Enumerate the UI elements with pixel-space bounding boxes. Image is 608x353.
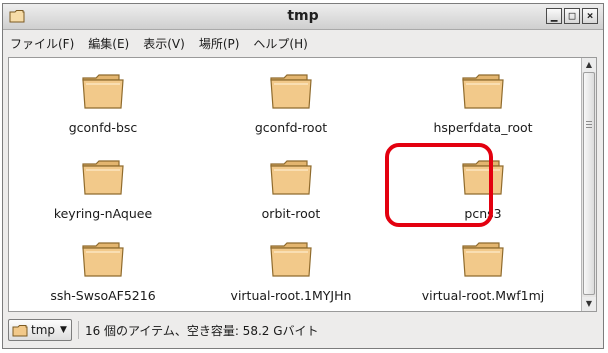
- scroll-down-arrow-icon[interactable]: ▼: [582, 297, 596, 311]
- folder-label: hsperfdata_root: [433, 120, 533, 135]
- menu-edit[interactable]: 編集(E): [88, 35, 129, 52]
- folder-icon: [270, 160, 312, 195]
- status-bar: tmp ▼ 16 個のアイテム、空き容量: 58.2 Gバイト: [8, 317, 597, 343]
- menu-bar: ファイル(F) 編集(E) 表示(V) 場所(P) ヘルプ(H): [3, 31, 603, 55]
- folder-label: gconfd-root: [254, 120, 328, 135]
- folder-icon: [270, 242, 312, 277]
- scroll-up-arrow-icon[interactable]: ▲: [582, 58, 596, 72]
- status-text: 16 個のアイテム、空き容量: 58.2 Gバイト: [84, 323, 319, 338]
- menu-file[interactable]: ファイル(F): [10, 35, 74, 52]
- close-icon[interactable]: ×: [582, 8, 598, 24]
- folder-icon: [82, 74, 124, 109]
- maximize-icon[interactable]: □: [564, 8, 580, 24]
- folder-item[interactable]: virtual-root.Mwf1mj: [385, 226, 581, 308]
- dropdown-arrow-icon: ▼: [60, 325, 67, 335]
- grip-line: [586, 127, 592, 128]
- title-bar[interactable]: tmp ▁ □ ×: [3, 4, 603, 30]
- location-button[interactable]: tmp ▼: [8, 319, 72, 341]
- folder-label: virtual-root.Mwf1mj: [421, 288, 545, 303]
- grip-line: [586, 121, 592, 122]
- folder-label: keyring-nAquee: [53, 206, 153, 221]
- menu-places[interactable]: 場所(P): [199, 35, 240, 52]
- file-manager-window: tmp ▁ □ × ファイル(F) 編集(E) 表示(V) 場所(P) ヘルプ(…: [2, 3, 604, 349]
- window-title: tmp: [287, 8, 319, 24]
- grip-line: [586, 124, 592, 125]
- folder-item[interactable]: ssh-SwsoAF5216: [9, 226, 197, 308]
- menu-view[interactable]: 表示(V): [143, 35, 185, 52]
- folder-label: ssh-SwsoAF5216: [50, 288, 156, 303]
- folder-icon: [82, 242, 124, 277]
- folder-icon: [462, 160, 504, 195]
- menu-help[interactable]: ヘルプ(H): [253, 35, 307, 52]
- folder-icon: [82, 160, 124, 195]
- folder-icon: [12, 324, 28, 336]
- folder-icon: [462, 242, 504, 277]
- folder-item-highlighted[interactable]: pcns3: [385, 144, 581, 226]
- minimize-icon[interactable]: ▁: [546, 8, 562, 24]
- status-separator: [77, 321, 79, 339]
- vertical-scrollbar[interactable]: ▲ ▼: [581, 58, 596, 311]
- folder-item[interactable]: gconfd-root: [197, 58, 385, 144]
- folder-item[interactable]: hsperfdata_root: [385, 58, 581, 144]
- folder-label: pcns3: [464, 206, 502, 221]
- folder-label: gconfd-bsc: [68, 120, 138, 135]
- folder-item[interactable]: orbit-root: [197, 144, 385, 226]
- folder-label: virtual-root.1MYJHn: [230, 288, 352, 303]
- folder-label: orbit-root: [261, 206, 321, 221]
- scrollbar-thumb[interactable]: [583, 72, 595, 295]
- folder-item[interactable]: gconfd-bsc: [9, 58, 197, 144]
- location-label: tmp: [31, 323, 56, 337]
- folder-item[interactable]: virtual-root.1MYJHn: [197, 226, 385, 308]
- icon-grid: gconfd-bsc gconfd-root hsperfdata_root k…: [9, 58, 581, 311]
- folder-item[interactable]: keyring-nAquee: [9, 144, 197, 226]
- file-view[interactable]: gconfd-bsc gconfd-root hsperfdata_root k…: [8, 57, 597, 312]
- folder-icon: [462, 74, 504, 109]
- folder-icon: [270, 74, 312, 109]
- window-controls: ▁ □ ×: [546, 8, 598, 24]
